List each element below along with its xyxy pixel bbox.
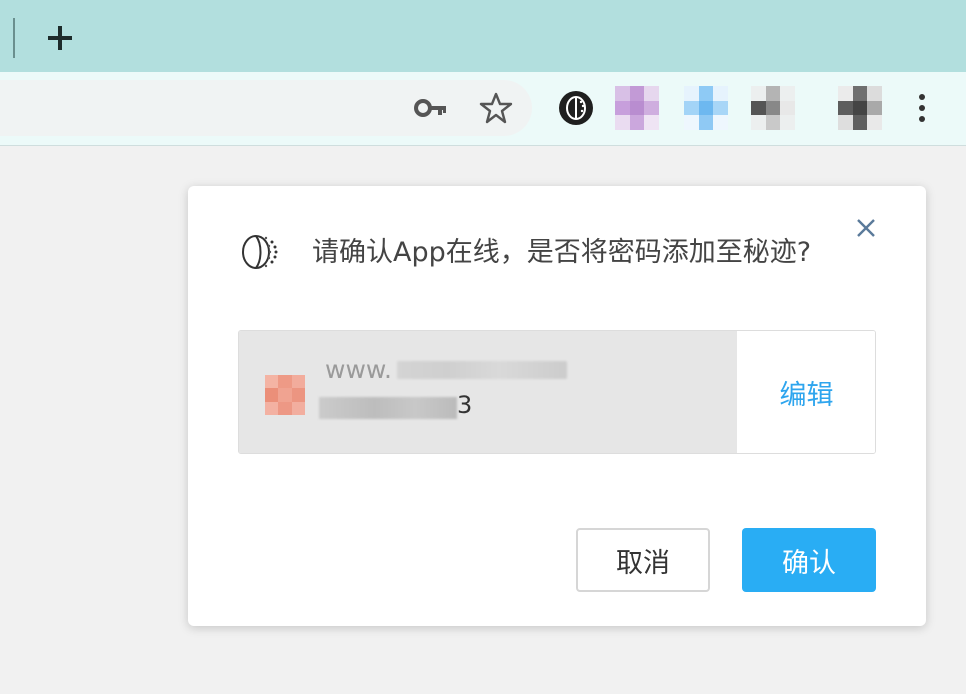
confirm-button[interactable]: 确认 [742,528,876,592]
site-url-redacted [397,361,567,379]
mijing-logo-icon [236,228,284,276]
mijing-icon[interactable] [554,86,598,130]
extension-icon[interactable] [751,86,795,130]
browser-toolbar [0,72,966,146]
close-icon[interactable] [852,214,880,242]
tab-separator [13,18,15,58]
new-tab-button[interactable] [42,20,78,56]
credential-info: www. 3 [239,331,737,453]
username-redacted [319,397,457,419]
cancel-button[interactable]: 取消 [576,528,710,592]
save-password-dialog: 请确认App在线，是否将密码添加至秘迹? www. 3 编辑 取消 确认 [188,186,926,626]
dialog-title: 请确认App在线，是否将密码添加至秘迹? [312,237,812,268]
extension-icon[interactable] [838,86,882,130]
address-bar[interactable] [0,80,532,136]
username: 3 [457,391,473,419]
extension-icon[interactable] [615,86,659,130]
more-vertical-icon[interactable] [908,90,936,126]
credential-entry: www. 3 编辑 [238,330,876,454]
extension-icon[interactable] [684,86,728,130]
star-icon[interactable] [478,90,514,126]
site-favicon [265,375,305,415]
edit-button[interactable]: 编辑 [738,331,875,453]
tab-strip [0,0,966,72]
site-url: www. [325,355,392,384]
plus-icon [48,26,72,50]
key-icon[interactable] [414,95,450,121]
